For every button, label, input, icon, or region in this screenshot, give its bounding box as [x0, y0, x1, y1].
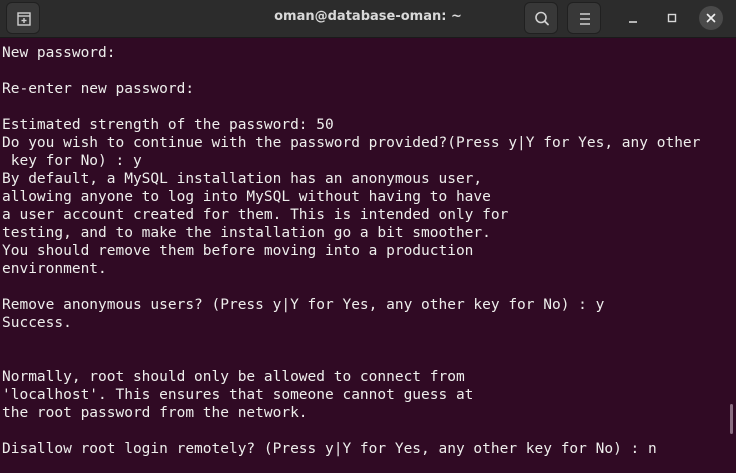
terminal-line: Success. [2, 315, 72, 331]
minimize-button[interactable] [621, 6, 645, 30]
terminal-line: the root password from the network. [2, 405, 308, 421]
terminal-line: testing, and to make the installation go… [2, 225, 491, 241]
search-button[interactable] [524, 2, 558, 34]
search-icon [535, 11, 549, 26]
hamburger-menu-icon [580, 13, 590, 25]
terminal-line: allowing anyone to log into MySQL withou… [2, 189, 491, 205]
maximize-icon [667, 13, 677, 23]
terminal-line: a user account created for them. This is… [2, 207, 509, 223]
terminal-line: Normally, root should only be allowed to… [2, 369, 465, 385]
terminal-line: Do you wish to continue with the passwor… [2, 135, 701, 151]
terminal-line: New password: [2, 45, 116, 61]
close-button[interactable] [699, 6, 723, 30]
terminal-line: Disallow root login remotely? (Press y|Y… [2, 441, 657, 457]
terminal-window: oman@database-oman: ~ New password: Re-e… [0, 0, 736, 473]
new-tab-icon [17, 12, 31, 26]
close-icon [706, 13, 716, 23]
terminal-scrollbar[interactable] [730, 404, 733, 434]
terminal-line: You should remove them before moving int… [2, 243, 474, 259]
terminal-line: key for No) : y [2, 153, 142, 169]
terminal-line: environment. [2, 261, 107, 277]
window-title: oman@database-oman: ~ [274, 9, 462, 24]
terminal-line: Estimated strength of the password: 50 [2, 117, 334, 133]
terminal-line: 'localhost'. This ensures that someone c… [2, 387, 474, 403]
terminal-line: Re-enter new password: [2, 81, 195, 97]
maximize-button[interactable] [660, 6, 684, 30]
terminal-line: By default, a MySQL installation has an … [2, 171, 483, 187]
new-tab-button[interactable] [6, 2, 40, 34]
title-bar: oman@database-oman: ~ [0, 0, 736, 38]
terminal-output[interactable]: New password: Re-enter new password: Est… [0, 37, 736, 473]
menu-button[interactable] [567, 2, 601, 34]
minimize-icon [629, 21, 637, 23]
terminal-line: Remove anonymous users? (Press y|Y for Y… [2, 297, 605, 313]
